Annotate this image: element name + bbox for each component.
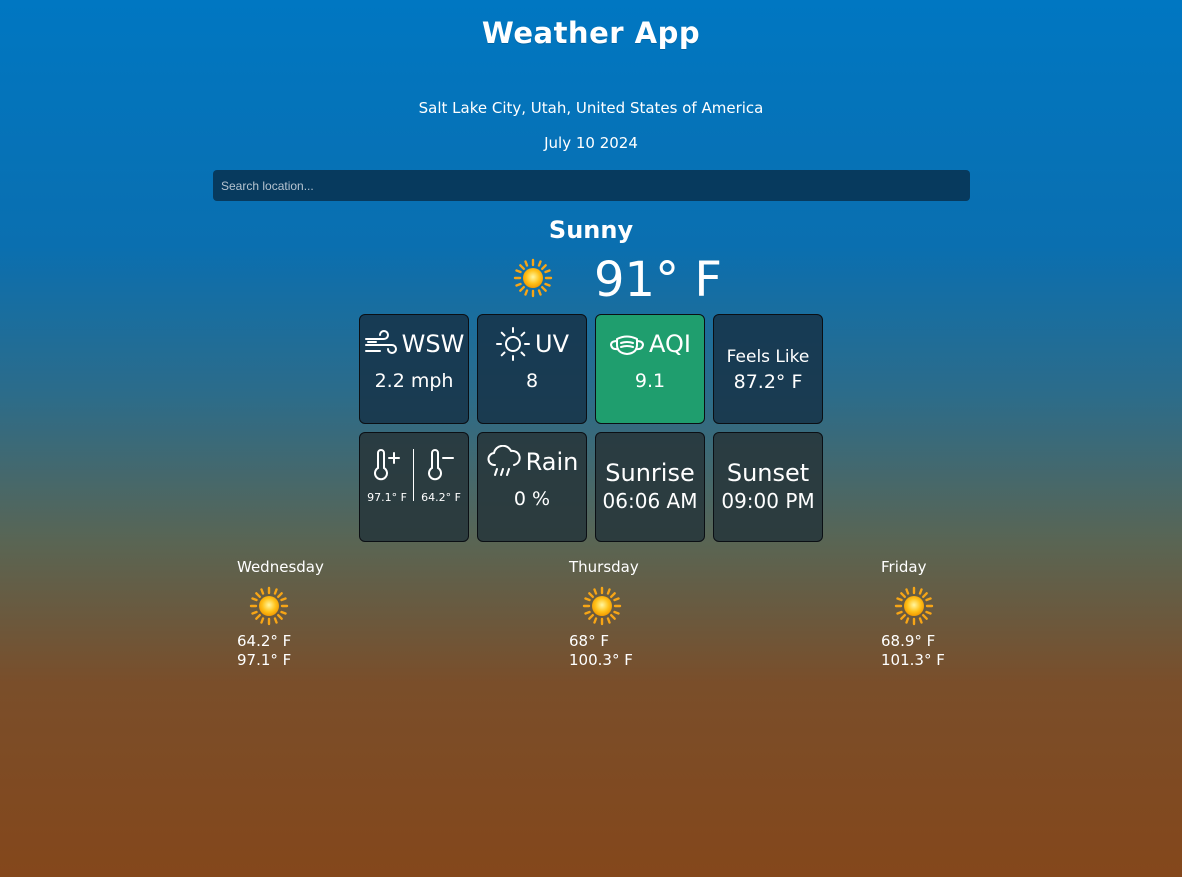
feels-like-label: Feels Like [726, 347, 810, 367]
sun-outline-icon [495, 326, 531, 362]
uv-label: UV [535, 330, 569, 358]
feels-like-value: 87.2° F [733, 371, 803, 393]
date-label: July 10 2024 [544, 134, 638, 152]
wind-speed: 2.2 mph [374, 370, 454, 392]
forecast-low: 68.9° F [881, 632, 936, 650]
thermometer-plus-icon [370, 449, 404, 481]
forecast-low: 68° F [569, 632, 609, 650]
high-low-tile: 97.1° F 64.2° F [359, 432, 469, 542]
low-temp: 64.2° F [421, 491, 461, 504]
location-label: Salt Lake City, Utah, United States of A… [418, 99, 764, 117]
forecast-high: 97.1° F [237, 651, 292, 669]
forecast-day: Thursday 68° F 100.3° F [569, 558, 709, 670]
wind-direction: WSW [401, 330, 465, 358]
rain-tile: Rain 0 % [477, 432, 587, 542]
uv-value: 8 [525, 370, 539, 392]
sunset-label: Sunset [726, 459, 810, 487]
sunrise-label: Sunrise [605, 459, 695, 487]
rain-label: Rain [525, 448, 579, 476]
wind-tile: WSW 2.2 mph [359, 314, 469, 424]
forecast-low: 64.2° F [237, 632, 292, 650]
rain-value: 0 % [513, 488, 551, 510]
sun-icon [894, 586, 934, 626]
app-title: Weather App [481, 16, 701, 50]
feels-like-tile: Feels Like 87.2° F [713, 314, 823, 424]
current-condition: Sunny [548, 216, 634, 244]
aqi-label: AQI [649, 330, 691, 358]
high-temp: 97.1° F [367, 491, 407, 504]
forecast-day-name: Wednesday [237, 558, 324, 576]
forecast-day: Friday 68.9° F 101.3° F [881, 558, 1021, 670]
forecast-day-name: Friday [881, 558, 927, 576]
uv-tile: UV 8 [477, 314, 587, 424]
sun-icon [582, 586, 622, 626]
sunrise-tile: Sunrise 06:06 AM [595, 432, 705, 542]
rain-cloud-icon [486, 445, 522, 479]
aqi-tile: AQI 9.1 [595, 314, 705, 424]
forecast-day: Wednesday 64.2° F 97.1° F [237, 558, 377, 670]
forecast-high: 100.3° F [569, 651, 633, 669]
sun-icon [513, 258, 553, 298]
forecast-high: 101.3° F [881, 651, 945, 669]
forecast-day-name: Thursday [569, 558, 639, 576]
thermometer-minus-icon [424, 449, 458, 481]
sunrise-value: 06:06 AM [602, 489, 698, 513]
sun-icon [249, 586, 289, 626]
sunset-tile: Sunset 09:00 PM [713, 432, 823, 542]
mask-icon [609, 331, 645, 357]
wind-icon [364, 329, 398, 359]
search-input[interactable] [213, 170, 970, 201]
aqi-value: 9.1 [634, 370, 666, 392]
current-temperature: 91° F [594, 252, 722, 308]
sunset-value: 09:00 PM [721, 489, 815, 513]
